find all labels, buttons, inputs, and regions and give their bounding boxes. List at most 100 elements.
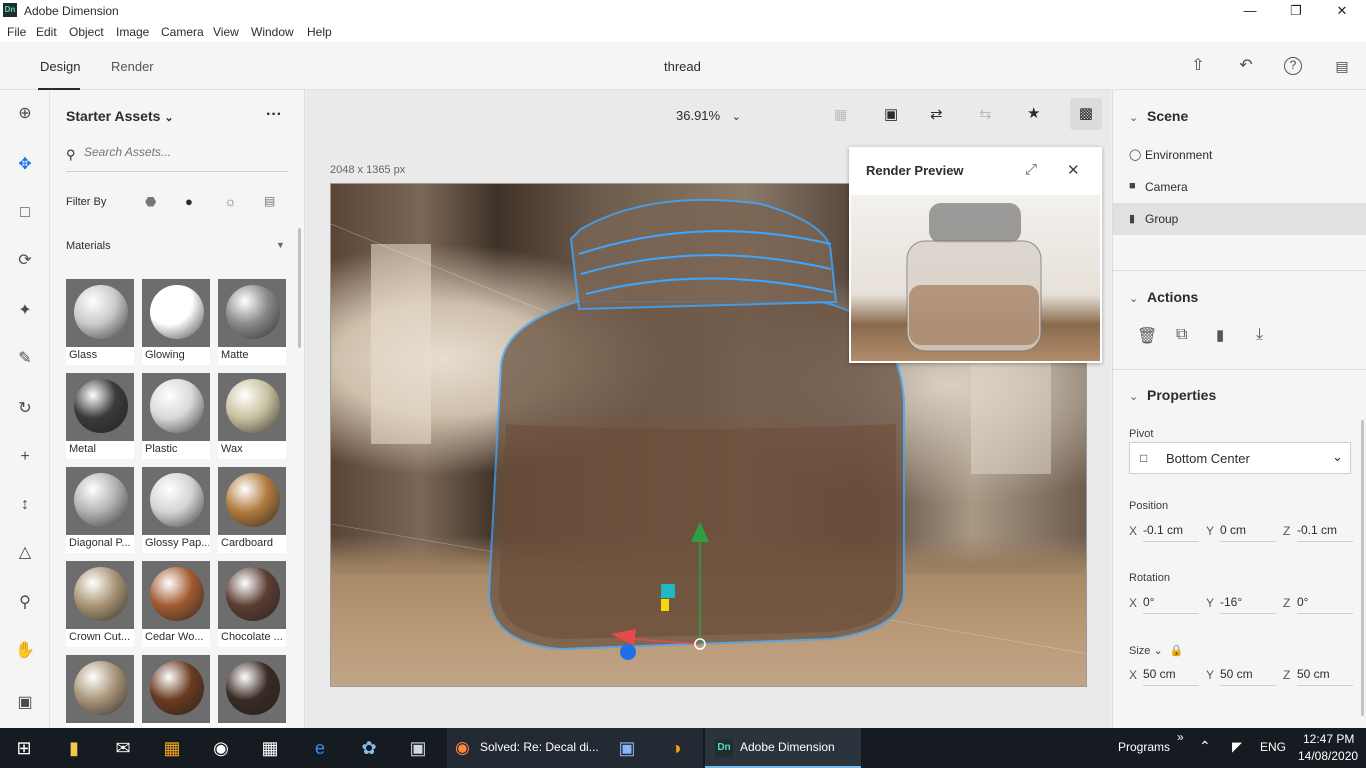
material-card[interactable]: Chocolate ...	[218, 561, 286, 647]
assets-scrollbar[interactable]	[298, 228, 301, 348]
hand-icon[interactable]: ✋	[13, 639, 37, 663]
rotation-y-field[interactable]: -16°	[1220, 592, 1276, 614]
material-card[interactable]: Glossy Pap...	[142, 467, 210, 553]
material-card[interactable]: Cardboard	[218, 467, 286, 553]
position-y-field[interactable]: 0 cm	[1220, 520, 1276, 542]
orbit-icon[interactable]: ⟳	[13, 249, 37, 273]
menu-view[interactable]: View	[213, 25, 239, 39]
programs-toolbar[interactable]: Programs	[1118, 740, 1170, 754]
expand-icon[interactable]: ⤢	[1025, 161, 1037, 178]
blender-icon[interactable]: ◑	[652, 728, 700, 768]
menu-object[interactable]: Object	[69, 25, 104, 39]
pivot-dropdown[interactable]: □ Bottom Center ⌄	[1129, 442, 1351, 474]
select-rect-icon[interactable]: □	[13, 201, 37, 225]
scene-item-camera[interactable]: ■ Camera	[1113, 171, 1366, 203]
file-explorer-icon[interactable]: ▮	[50, 728, 98, 768]
duplicate-icon[interactable]: ⧉	[1176, 326, 1187, 344]
close-icon[interactable]: ✕	[1067, 161, 1080, 179]
tab-design[interactable]: Design	[40, 59, 80, 74]
position-z-field[interactable]: -0.1 cm	[1297, 520, 1353, 542]
menu-window[interactable]: Window	[251, 25, 294, 39]
rotate-icon[interactable]: ↻	[13, 397, 37, 421]
favorite-camera-icon[interactable]: ★	[1027, 104, 1040, 122]
wifi-icon[interactable]: ◤	[1232, 739, 1242, 755]
programs-chevron[interactable]: »	[1177, 730, 1184, 744]
material-card[interactable]: Plastic	[142, 373, 210, 459]
material-card[interactable]: Glowing	[142, 279, 210, 365]
undo-icon[interactable]: ↶	[1236, 56, 1256, 76]
material-card[interactable]: Metal	[66, 373, 134, 459]
share-icon[interactable]: ⇧	[1188, 56, 1208, 76]
material-card[interactable]: Wax	[218, 373, 286, 459]
material-card[interactable]	[218, 655, 286, 728]
section-collapse-icon[interactable]: ▼	[276, 240, 285, 250]
assets-library-dropdown[interactable]: Starter Assets ⌄	[66, 108, 174, 124]
gizmo-plane-handle[interactable]	[661, 584, 675, 598]
taskbar-dimension[interactable]: Dn Adobe Dimension	[705, 728, 861, 768]
size-label-group[interactable]: Size ⌄ 🔒	[1129, 644, 1183, 657]
add-icon[interactable]: ⊕	[13, 102, 37, 126]
camera-link-icon[interactable]: ⇆	[979, 105, 992, 123]
gizmo-plane-handle[interactable]	[661, 599, 669, 611]
image-viewer-icon[interactable]: ▣	[394, 728, 442, 768]
menu-help[interactable]: Help	[307, 25, 332, 39]
help-icon[interactable]: ?	[1284, 57, 1302, 75]
model-filter-icon[interactable]: ⬣	[145, 194, 156, 210]
camera-bookmark-icon[interactable]: ⇄	[930, 105, 943, 123]
menu-camera[interactable]: Camera	[161, 25, 204, 39]
search-field[interactable]: ⚲	[66, 142, 288, 172]
menu-image[interactable]: Image	[116, 25, 149, 39]
close-button[interactable]: ✕	[1319, 0, 1365, 22]
scene-item-group[interactable]: ▮ Group	[1113, 203, 1366, 235]
windows-start-icon[interactable]: ⊞	[0, 728, 48, 768]
clock-time[interactable]: 12:47 PM	[1303, 732, 1354, 746]
material-card[interactable]: Glass	[66, 279, 134, 365]
zoom-icon[interactable]: ⚲	[13, 591, 37, 615]
frame-icon[interactable]: ▦	[834, 106, 847, 123]
paint-icon[interactable]: ✿	[345, 728, 393, 768]
download-icon[interactable]: ⤓	[1256, 326, 1263, 344]
material-card[interactable]: Matte	[218, 279, 286, 365]
tab-render[interactable]: Render	[111, 59, 154, 74]
ps-icon[interactable]: ▣	[603, 728, 651, 768]
language-indicator[interactable]: ENG	[1260, 740, 1286, 754]
size-z-field[interactable]: 50 cm	[1297, 664, 1353, 686]
select-icon[interactable]: ✥	[13, 153, 37, 177]
lock-icon[interactable]: 🔒	[1170, 645, 1184, 657]
restore-button[interactable]: ❐	[1273, 0, 1319, 22]
group-icon[interactable]: ▮	[1216, 326, 1224, 344]
rotation-z-field[interactable]: 0°	[1297, 592, 1353, 614]
camera-orbit-icon[interactable]: △	[13, 541, 37, 565]
mail-icon[interactable]: ✉	[99, 728, 147, 768]
calendar-icon[interactable]: ▦	[246, 728, 294, 768]
gizmo-z-handle[interactable]	[620, 644, 636, 660]
menu-file[interactable]: File	[7, 25, 26, 39]
search-input[interactable]	[84, 145, 284, 159]
material-card[interactable]	[66, 655, 134, 728]
panel-toggle-icon[interactable]: ▣	[13, 691, 37, 715]
actions-header[interactable]: ⌄ Actions	[1129, 289, 1198, 305]
zoom-dropdown[interactable]: 36.91% ⌄	[676, 108, 741, 123]
unreal-icon[interactable]: ◉	[197, 728, 245, 768]
light-filter-icon[interactable]: ☼	[224, 193, 237, 209]
material-card[interactable]: Crown Cut...	[66, 561, 134, 647]
fit-icon[interactable]: ▣	[884, 105, 898, 123]
material-card[interactable]: Diagonal P...	[66, 467, 134, 553]
minimize-button[interactable]: —	[1227, 0, 1273, 22]
position-x-field[interactable]: -0.1 cm	[1143, 520, 1199, 542]
magic-wand-icon[interactable]: ✦	[13, 299, 37, 323]
material-card[interactable]: Cedar Wo...	[142, 561, 210, 647]
rotation-x-field[interactable]: 0°	[1143, 592, 1199, 614]
move-icon[interactable]: +	[13, 445, 37, 469]
properties-scrollbar[interactable]	[1361, 420, 1364, 716]
menu-edit[interactable]: Edit	[36, 25, 57, 39]
scene-header[interactable]: ⌄ Scene	[1129, 108, 1188, 124]
properties-header[interactable]: ⌄ Properties	[1129, 387, 1216, 403]
image-filter-icon[interactable]: ▤	[264, 194, 275, 208]
eyedropper-icon[interactable]: ✎	[13, 347, 37, 371]
scale-icon[interactable]: ↕	[13, 493, 37, 517]
delete-icon[interactable]: 🗑	[1137, 326, 1157, 346]
edge-icon[interactable]: e	[296, 728, 344, 768]
clock-date[interactable]: 14/08/2020	[1298, 749, 1358, 763]
render-preview-toggle[interactable]: ▩	[1070, 98, 1102, 130]
